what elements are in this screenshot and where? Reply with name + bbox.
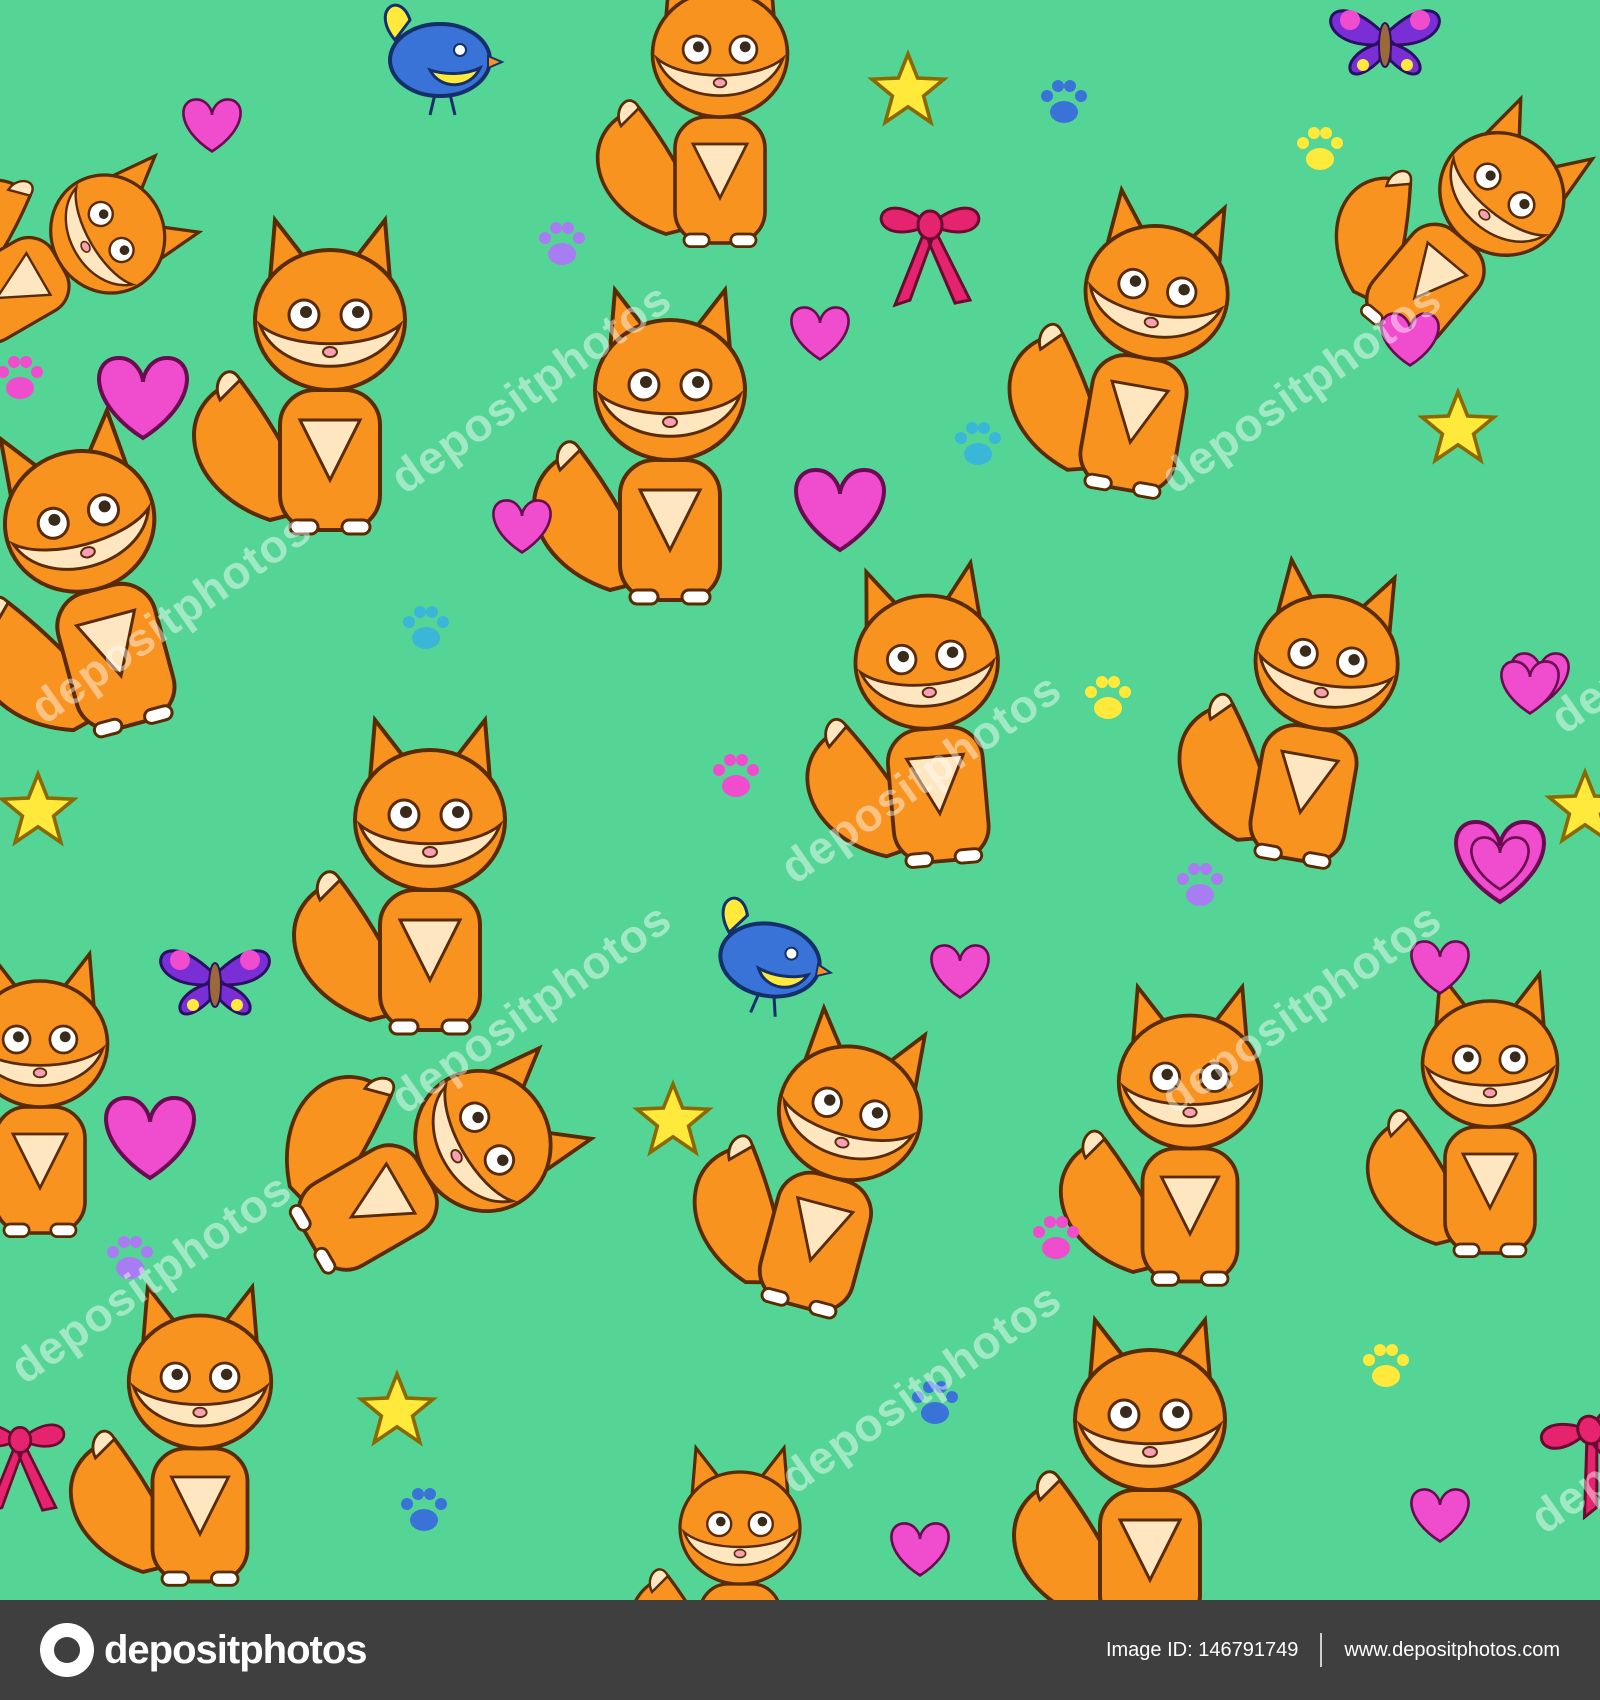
paw-print-icon	[401, 1488, 447, 1531]
image-id-label: Image ID: 146791749	[1105, 1638, 1299, 1661]
paw-print-icon	[1363, 1344, 1409, 1387]
fox-illustration	[0, 98, 209, 374]
watermark-footer-bar: depositphotos Image ID: 146791749 www.de…	[0, 1600, 1600, 1700]
heart-shape	[182, 98, 242, 153]
fox-illustration	[192, 218, 407, 536]
fox-illustration	[629, 1446, 802, 1600]
footer-divider	[1320, 1633, 1323, 1667]
footer-info: Image ID: 146791749 www.depositphotos.co…	[1106, 1633, 1560, 1667]
paw-print-icon	[539, 222, 585, 265]
site-url-link[interactable]: www.depositphotos.com	[1344, 1639, 1560, 1662]
fox-illustration	[0, 952, 110, 1239]
fox-illustration	[1365, 972, 1560, 1259]
star-shape	[359, 1372, 435, 1445]
fox-illustration	[670, 986, 946, 1331]
star-shape	[0, 772, 76, 845]
heart-shape	[492, 499, 552, 554]
paw-print-icon	[1177, 863, 1223, 906]
brand[interactable]: depositphotos	[40, 1623, 368, 1677]
heart-shape	[930, 944, 990, 999]
butterfly-illustration	[1329, 8, 1441, 76]
fox-illustration	[292, 718, 507, 1036]
star-shape	[870, 52, 946, 125]
paw-print-icon	[713, 754, 759, 797]
fox-illustration	[595, 0, 790, 249]
star-shape	[635, 1082, 711, 1155]
fox-illustration	[1162, 544, 1416, 878]
pattern-canvas	[0, 0, 1600, 1600]
heart-shape	[790, 306, 850, 361]
depositphotos-logo-icon	[40, 1623, 94, 1677]
bird-illustration	[704, 894, 843, 1027]
paw-print-icon	[1085, 676, 1131, 719]
star-shape	[1420, 390, 1496, 463]
bow-illustration	[879, 206, 981, 307]
heart-shape	[794, 468, 886, 552]
star-shape	[1547, 770, 1600, 843]
fox-illustration	[1012, 1318, 1227, 1600]
bow-illustration	[0, 1423, 66, 1514]
brand-name: depositphotos	[104, 1627, 368, 1672]
heart-shape	[890, 1522, 950, 1577]
paw-print-icon	[1041, 80, 1087, 123]
seamless-pattern-image: depositphotos depositphotos depositphotos d…	[0, 0, 1600, 1600]
paw-print-icon	[955, 422, 1001, 465]
heart-shape	[1410, 1488, 1470, 1543]
butterfly-illustration	[159, 948, 271, 1016]
paw-print-icon	[0, 356, 43, 399]
paw-print-icon	[1297, 127, 1343, 170]
paw-print-icon	[403, 606, 449, 649]
bird-illustration	[383, 3, 504, 118]
heart-shape	[104, 1096, 196, 1180]
